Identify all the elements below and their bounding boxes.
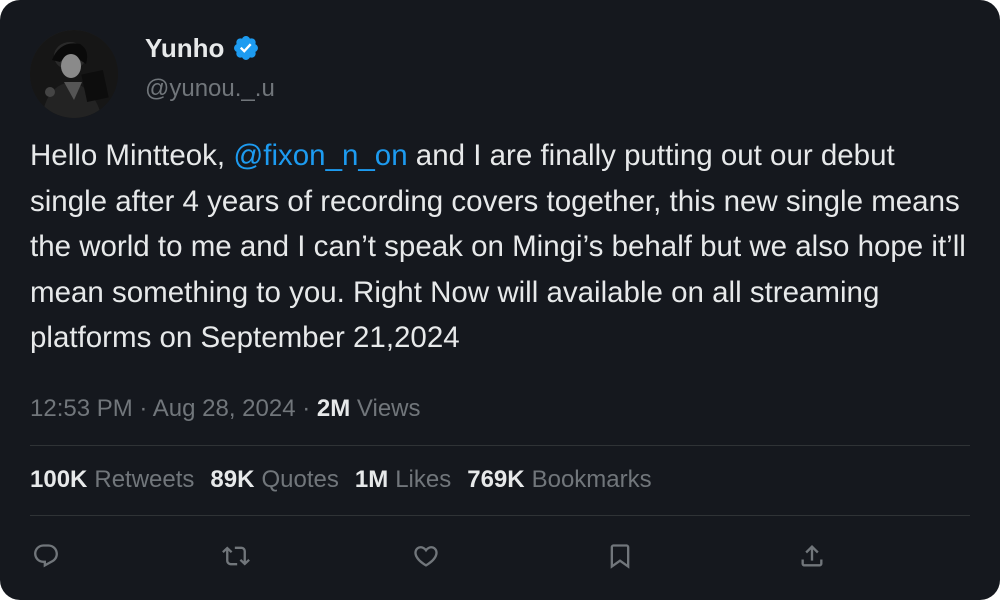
views-label: Views [356, 395, 421, 422]
share-icon [801, 545, 823, 567]
stat-label: Quotes [261, 466, 339, 493]
author-name-row[interactable]: Yunho [145, 32, 260, 64]
mention-link[interactable]: @fixon_n_on [233, 139, 407, 172]
like-button[interactable] [408, 538, 444, 574]
tweet-card: Yunho @yunou._.u Hello Mintteok, @fixon_… [0, 0, 1000, 600]
like-icon [414, 546, 438, 567]
action-bar [0, 538, 1000, 574]
divider-top [30, 445, 970, 446]
bookmark-button[interactable] [602, 538, 638, 574]
verified-badge-icon [232, 34, 260, 62]
stat-quotes[interactable]: 89K Quotes [210, 464, 338, 496]
tweet-meta: 12:53 PM · Aug 28, 2024 · 2M Views [30, 393, 421, 425]
stat-label: Retweets [94, 466, 195, 493]
avatar[interactable] [30, 30, 118, 118]
tweet-text-before: Hello Mintteok, [30, 139, 234, 172]
stat-label: Likes [395, 466, 452, 493]
stat-count: 89K [210, 466, 255, 493]
stat-likes[interactable]: 1M Likes [355, 464, 451, 496]
engagement-stats: 100K Retweets 89K Quotes 1M Likes 769K B… [30, 464, 652, 496]
views-count: 2M [316, 395, 351, 422]
author-handle[interactable]: @yunou._.u [145, 74, 275, 104]
retweet-button[interactable] [218, 538, 254, 574]
share-button[interactable] [794, 538, 830, 574]
reply-button[interactable] [28, 538, 64, 574]
stat-retweets[interactable]: 100K Retweets [30, 464, 194, 496]
meta-separator: · [139, 395, 148, 422]
tweet-text: Hello Mintteok, @fixon_n_on and I are fi… [30, 133, 970, 361]
display-name[interactable]: Yunho [145, 32, 224, 64]
stat-count: 100K [30, 466, 88, 493]
bookmark-icon [610, 544, 630, 569]
retweet-icon [222, 546, 250, 566]
divider-bottom [30, 515, 970, 516]
avatar-photo [30, 30, 118, 118]
stat-label: Bookmarks [531, 466, 652, 493]
stat-count: 1M [354, 466, 389, 493]
stat-bookmarks[interactable]: 769K Bookmarks [467, 464, 651, 496]
tweet-date[interactable]: Aug 28, 2024 [153, 395, 296, 422]
meta-separator: · [302, 395, 311, 422]
reply-icon [34, 544, 58, 568]
stat-count: 769K [467, 466, 525, 493]
tweet-time[interactable]: 12:53 PM [30, 395, 133, 422]
